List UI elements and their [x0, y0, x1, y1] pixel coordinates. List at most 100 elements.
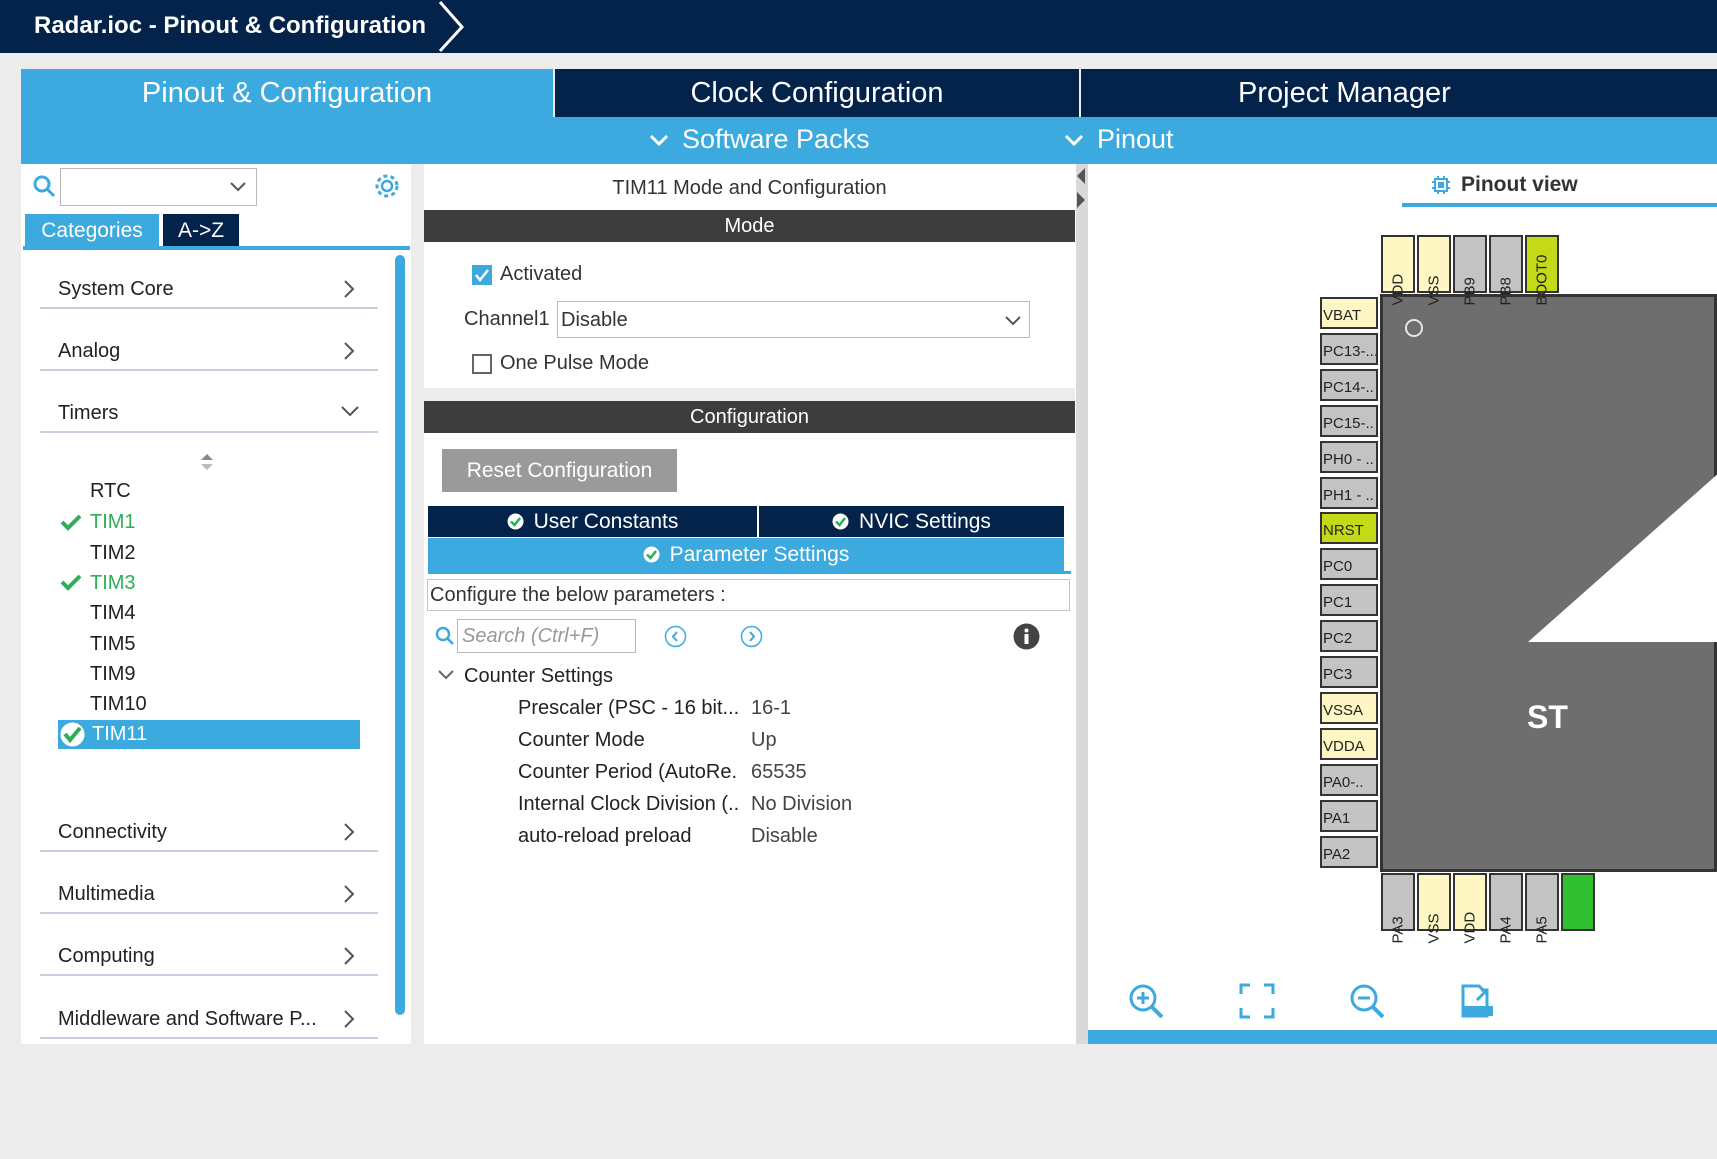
reset-configuration-button[interactable]: Reset Configuration [442, 449, 677, 492]
scrollbar[interactable] [395, 255, 405, 1015]
category-timers[interactable]: Timers [40, 397, 378, 433]
pin-bottom-unlabeled[interactable] [1561, 873, 1595, 931]
channel1-select[interactable]: Disable [557, 301, 1030, 338]
pin-left-vssa[interactable]: VSSA [1320, 691, 1378, 724]
pin-left-pc14[interactable]: PC14-.. [1320, 368, 1378, 401]
pin-left-pa0[interactable]: PA0-.. [1320, 763, 1378, 796]
chip-label: ST [1527, 699, 1568, 735]
param-name: Counter Mode [518, 729, 645, 751]
tab-pinout-view[interactable]: Pinout view [1430, 173, 1578, 197]
title-bar: Radar.ioc - Pinout & Configuration [0, 0, 1717, 53]
timer-item-tim10[interactable]: TIM10 [90, 693, 147, 716]
activated-checkbox[interactable] [472, 265, 492, 285]
chevron-right-icon [344, 342, 355, 360]
category-analog[interactable]: Analog [40, 335, 378, 371]
pin-left-pc15[interactable]: PC15-.. [1320, 404, 1378, 437]
param-value[interactable]: No Division [751, 793, 852, 816]
one-pulse-checkbox[interactable] [472, 354, 492, 374]
pin-left-pa2[interactable]: PA2 [1320, 835, 1378, 868]
pin-bottom-vss[interactable]: VSS [1417, 873, 1451, 944]
chevron-down-icon[interactable] [437, 668, 455, 682]
previous-icon[interactable] [664, 625, 687, 648]
pin-left-vbat[interactable]: VBAT [1320, 297, 1378, 329]
pin-left-nrst[interactable]: NRST [1320, 512, 1378, 545]
category-multimedia[interactable]: Multimedia [40, 878, 378, 914]
sort-icon[interactable] [200, 453, 214, 471]
param-value[interactable]: Up [751, 729, 777, 752]
timer-item-tim2[interactable]: TIM2 [90, 542, 136, 565]
channel1-value: Disable [561, 309, 628, 331]
pin-left-pa1[interactable]: PA1 [1320, 799, 1378, 832]
horizontal-scrollbar[interactable] [1088, 1030, 1717, 1044]
pin-bottom-pa5[interactable]: PA5 [1525, 873, 1559, 944]
category-middleware[interactable]: Middleware and Software P... [40, 1003, 378, 1039]
param-value[interactable]: Disable [751, 825, 818, 848]
pin-top-vss[interactable]: VSS [1417, 235, 1451, 306]
next-icon[interactable] [740, 625, 763, 648]
menu-label: Pinout [1097, 124, 1174, 154]
chevron-right-icon [344, 1010, 355, 1028]
panel-splitter[interactable] [1076, 164, 1088, 1044]
tab-clock-configuration[interactable]: Clock Configuration [555, 69, 1079, 117]
timer-item-tim3[interactable]: TIM3 [90, 572, 136, 595]
search-icon[interactable] [32, 174, 56, 198]
pin-bottom-vdd[interactable]: VDD [1453, 873, 1487, 944]
collapse-handle-icon[interactable] [1075, 166, 1087, 212]
timer-item-tim4[interactable]: TIM4 [90, 602, 136, 625]
tab-project-manager[interactable]: Project Manager [1081, 69, 1717, 117]
pin-left-pc1[interactable]: PC1 [1320, 584, 1378, 617]
category-connectivity[interactable]: Connectivity [40, 816, 378, 852]
timer-item-tim5[interactable]: TIM5 [90, 633, 136, 656]
timer-item-tim9[interactable]: TIM9 [90, 663, 136, 686]
pin-top-boot0[interactable]: BOOT0 [1525, 235, 1559, 306]
pin-top-pb8[interactable]: PB8 [1489, 235, 1523, 306]
tab-label: A->Z [177, 218, 225, 242]
menu-pinout[interactable]: Pinout [1063, 124, 1174, 155]
tab-pinout-configuration[interactable]: Pinout & Configuration [21, 69, 553, 117]
gear-icon[interactable] [373, 172, 401, 200]
pin-left-pc0[interactable]: PC0 [1320, 548, 1378, 581]
mcu-chip[interactable]: ST [1380, 294, 1717, 872]
tab-nvic-settings[interactable]: NVIC Settings [759, 506, 1064, 537]
timer-item-rtc[interactable]: RTC [90, 480, 131, 503]
pin-left-pc13[interactable]: PC13-... [1320, 332, 1378, 365]
pin-top-pb9[interactable]: PB9 [1453, 235, 1487, 306]
chevron-down-icon [1064, 134, 1084, 146]
pin-label: PA3 [1389, 916, 1407, 944]
menu-software-packs[interactable]: Software Packs [648, 124, 870, 155]
channel1-label: Channel1 [464, 308, 550, 330]
param-value[interactable]: 65535 [751, 761, 807, 784]
pin-left-ph1[interactable]: PH1 - .. [1320, 476, 1378, 509]
tab-label: Project Manager [1238, 76, 1451, 109]
tab-a-z[interactable]: A->Z [163, 214, 239, 247]
category-label: Middleware and Software P... [58, 1008, 317, 1030]
param-value[interactable]: 16-1 [751, 697, 791, 720]
pin-bottom-pa3[interactable]: PA3 [1381, 873, 1415, 944]
tab-categories[interactable]: Categories [25, 214, 159, 247]
info-icon[interactable] [1013, 623, 1040, 650]
export-icon[interactable] [1459, 982, 1497, 1020]
pin-left-pc2[interactable]: PC2 [1320, 620, 1378, 653]
timer-item-tim11[interactable]: TIM11 [92, 723, 147, 746]
timer-item-tim1[interactable]: TIM1 [90, 511, 136, 534]
pin-left-pc3[interactable]: PC3 [1320, 656, 1378, 688]
category-system-core[interactable]: System Core [40, 273, 378, 309]
tab-user-constants[interactable]: User Constants [428, 506, 757, 537]
pin-top-vdd[interactable]: VDD [1381, 235, 1415, 306]
pin-bottom-pa4[interactable]: PA4 [1489, 873, 1523, 944]
tab-parameter-settings[interactable]: Parameter Settings [428, 538, 1064, 571]
zoom-out-icon[interactable] [1348, 982, 1386, 1020]
zoom-in-icon[interactable] [1127, 982, 1165, 1020]
fit-screen-icon[interactable] [1238, 982, 1276, 1020]
pin-left-ph0[interactable]: PH0 - .. [1320, 440, 1378, 473]
pin-label: BOOT0 [1533, 254, 1551, 306]
pin-label: VSS [1425, 913, 1443, 944]
parameter-search-input[interactable]: Search (Ctrl+F) [457, 619, 636, 653]
breadcrumb-chevron-icon [438, 1, 465, 53]
breadcrumb[interactable]: Radar.ioc - Pinout & Configuration [34, 12, 426, 40]
pin-left-vdda[interactable]: VDDA [1320, 727, 1378, 760]
category-computing[interactable]: Computing [40, 940, 378, 976]
tab-label: User Constants [533, 509, 679, 533]
category-search-input[interactable] [60, 168, 257, 206]
group-counter-settings[interactable]: Counter Settings [464, 665, 613, 688]
